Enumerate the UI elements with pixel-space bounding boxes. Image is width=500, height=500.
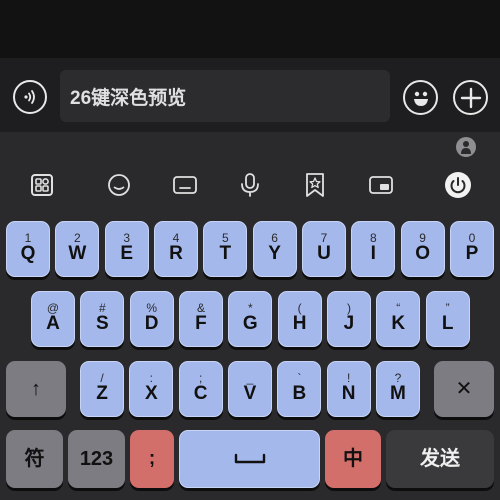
key-q[interactable]: 1Q bbox=[6, 221, 50, 277]
key-z[interactable]: / Z bbox=[80, 361, 124, 417]
emoji-button[interactable] bbox=[403, 80, 438, 115]
key-p[interactable]: 0P bbox=[449, 221, 494, 277]
key-primary-label: V bbox=[243, 383, 257, 404]
key-e[interactable]: 3E bbox=[104, 221, 149, 277]
key-n[interactable]: ! N bbox=[326, 361, 371, 417]
key-primary-label: H bbox=[292, 313, 307, 334]
shift-arrow-icon: ↑ bbox=[31, 378, 41, 400]
key-primary-label: I bbox=[370, 243, 376, 264]
punctuation-key[interactable]: ; bbox=[130, 430, 174, 488]
chinese-english-toggle-key[interactable]: 中 bbox=[325, 430, 381, 488]
key-primary-label: O bbox=[415, 243, 431, 264]
key-primary-label: G bbox=[242, 313, 258, 334]
key-v[interactable]: _ V bbox=[227, 361, 272, 417]
symbols-key[interactable]: 符 bbox=[6, 430, 63, 488]
key-primary-label: E bbox=[120, 243, 133, 264]
key-w[interactable]: 2W bbox=[55, 221, 100, 277]
key-x[interactable]: :X bbox=[129, 361, 174, 417]
key-primary-label: K bbox=[391, 313, 406, 334]
voice-wave-icon bbox=[24, 90, 35, 104]
key-g[interactable]: * G bbox=[228, 291, 273, 347]
key-primary-label: A bbox=[46, 313, 60, 334]
key-s[interactable]: # S bbox=[80, 291, 125, 347]
key-primary-label: P bbox=[465, 243, 479, 264]
grid-apps-icon bbox=[31, 174, 53, 196]
keyboard-toolbar bbox=[0, 167, 500, 203]
key-h[interactable]: (H bbox=[277, 291, 322, 347]
numbers-key[interactable]: 123 bbox=[68, 430, 125, 488]
key-primary-label: U bbox=[317, 243, 331, 264]
chat-input-bar: 26键深色预览 bbox=[0, 58, 500, 132]
key-primary-label: F bbox=[195, 313, 207, 334]
voice-input-button[interactable] bbox=[13, 80, 47, 114]
key-a[interactable]: @ A bbox=[31, 291, 75, 347]
space-key[interactable] bbox=[179, 430, 320, 488]
key-f[interactable]: & F bbox=[178, 291, 223, 347]
key-l[interactable]: ” L bbox=[425, 291, 470, 347]
key-k[interactable]: “K bbox=[376, 291, 421, 347]
key-r[interactable]: 4R bbox=[153, 221, 198, 277]
key-primary-label: Q bbox=[20, 243, 36, 264]
key-o[interactable]: 9O bbox=[400, 221, 445, 277]
key-t[interactable]: 5T bbox=[203, 221, 248, 277]
key-primary-label: S bbox=[95, 313, 109, 334]
key-c[interactable]: ; C bbox=[178, 361, 223, 417]
key-primary-label: Z bbox=[96, 383, 108, 404]
key-primary-label: M bbox=[390, 383, 406, 404]
key-primary-label: R bbox=[169, 243, 183, 264]
key-primary-label: C bbox=[193, 383, 208, 404]
floating-window-icon bbox=[369, 176, 393, 194]
key-primary-label: W bbox=[68, 243, 87, 264]
emoji-face-icon bbox=[108, 174, 130, 196]
person-icon[interactable] bbox=[455, 136, 477, 158]
status-bar bbox=[0, 0, 500, 58]
keyboard-switch-button[interactable] bbox=[171, 171, 199, 199]
message-input-text: 26键深色预览 bbox=[70, 87, 187, 109]
keyboard: ↑ ✕ 符 123 ; 中 发送 1 Q 2 W 3 E 4 R 5 T 6 Y 7 U 8 I 9 O 0 P @ A #… bbox=[0, 132, 500, 500]
toolbox-button[interactable] bbox=[28, 171, 56, 199]
key-u[interactable]: 7U bbox=[301, 221, 346, 277]
key-b[interactable]: ` B bbox=[277, 361, 322, 417]
key-j[interactable]: ) J bbox=[326, 291, 371, 347]
key-primary-label: T bbox=[219, 243, 232, 264]
key-d[interactable]: % D bbox=[129, 291, 174, 347]
voice-typing-button[interactable] bbox=[236, 171, 264, 199]
favorites-button[interactable] bbox=[301, 171, 329, 199]
power-icon bbox=[445, 172, 471, 198]
add-button[interactable] bbox=[453, 80, 488, 115]
microphone-icon bbox=[241, 173, 259, 197]
smiley-icon bbox=[413, 91, 428, 106]
power-button[interactable] bbox=[444, 171, 472, 199]
key-primary-label: Y bbox=[268, 243, 281, 264]
plus-icon bbox=[460, 87, 481, 108]
space-bar-icon bbox=[234, 453, 265, 464]
key-primary-label: N bbox=[341, 383, 356, 404]
key-primary-label: X bbox=[144, 383, 158, 404]
key-y[interactable]: 6Y bbox=[252, 221, 297, 277]
delete-x-icon: ✕ bbox=[455, 378, 473, 400]
emoji-panel-button[interactable] bbox=[105, 171, 133, 199]
key-primary-label: J bbox=[343, 313, 355, 334]
key-m[interactable]: ? M bbox=[375, 361, 420, 417]
send-key[interactable]: 发送 bbox=[386, 430, 494, 488]
floating-keyboard-button[interactable] bbox=[367, 171, 395, 199]
bookmark-star-icon bbox=[306, 173, 324, 197]
key-primary-label: L bbox=[441, 313, 454, 334]
shift-key[interactable]: ↑ bbox=[6, 361, 66, 417]
delete-key[interactable]: ✕ bbox=[434, 361, 494, 417]
key-primary-label: D bbox=[144, 313, 159, 334]
key-i[interactable]: 8I bbox=[351, 221, 396, 277]
key-primary-label: B bbox=[292, 383, 307, 404]
message-input[interactable]: 26键深色预览 bbox=[60, 70, 390, 122]
keyboard-icon bbox=[173, 176, 197, 194]
